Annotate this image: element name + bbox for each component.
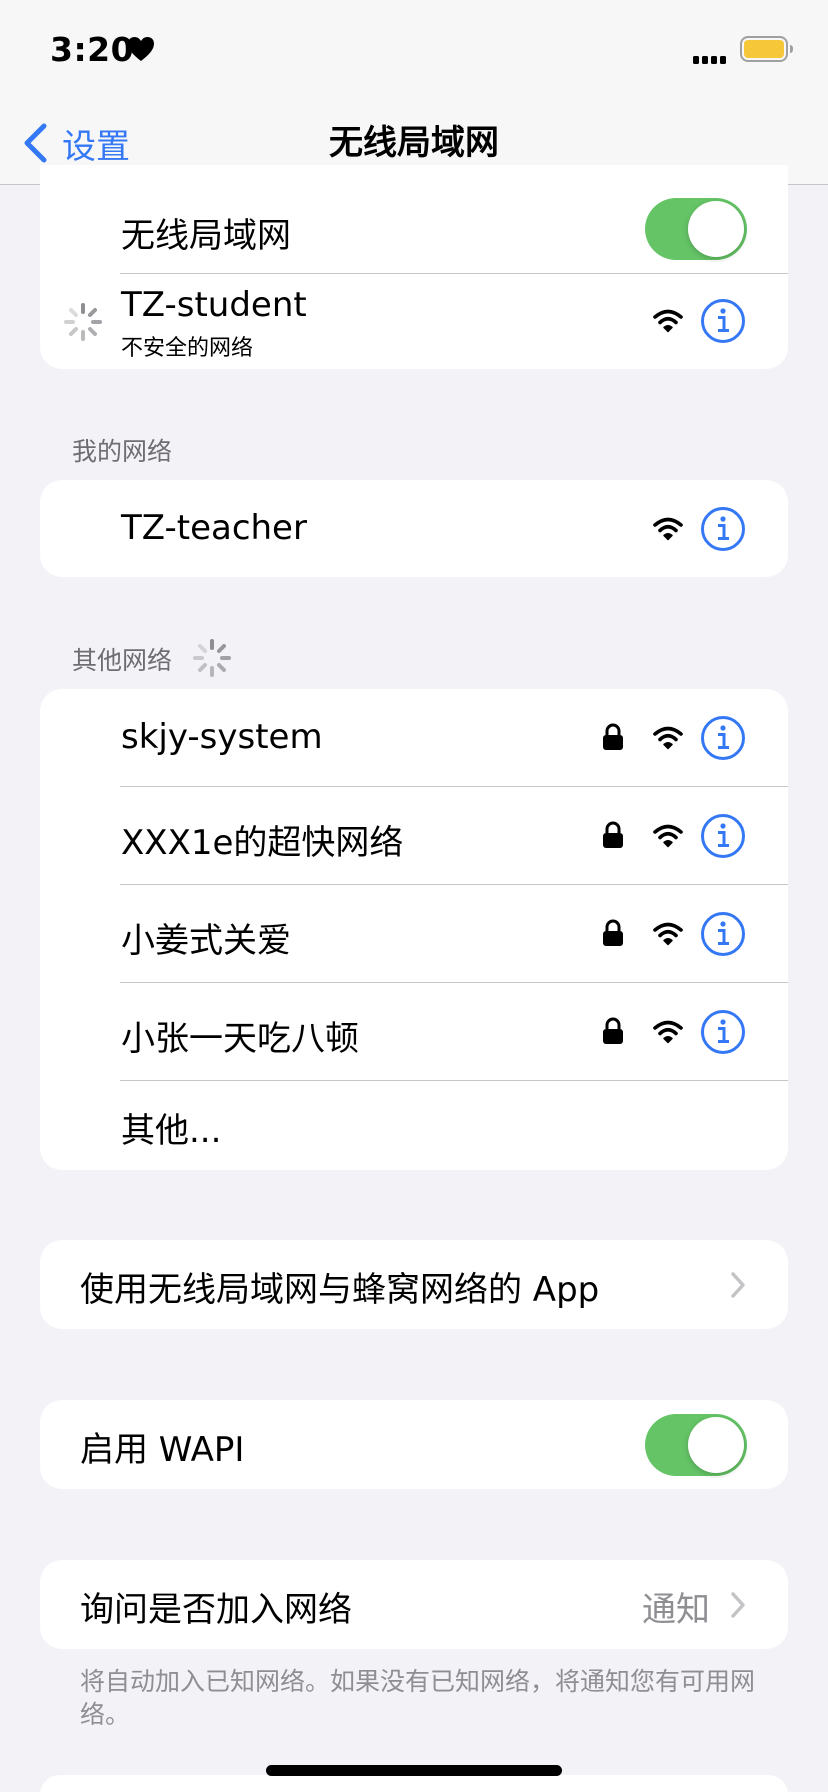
- wifi-signal-icon: [653, 824, 683, 848]
- wifi-signal-icon: [653, 517, 683, 541]
- wapi-label: 启用 WAPI: [80, 1430, 245, 1470]
- network-row[interactable]: 小张一天吃八顿: [40, 983, 788, 1080]
- wapi-toggle[interactable]: [645, 1414, 747, 1476]
- wifi-signal-icon: [653, 922, 683, 946]
- network-row[interactable]: skjy-system: [40, 689, 788, 786]
- lock-icon: [603, 919, 623, 946]
- apps-row[interactable]: 使用无线局域网与蜂窝网络的 App: [40, 1240, 788, 1329]
- info-icon[interactable]: [700, 813, 746, 859]
- network-security-note: 不安全的网络: [121, 336, 254, 361]
- ask-to-join-footer: 将自动加入已知网络。如果没有已知网络，将通知您有可用网络。: [80, 1667, 756, 1729]
- network-name: skjy-system: [121, 717, 323, 757]
- network-name: XXX1e的超快网络: [121, 823, 404, 863]
- ask-to-join-card: 询问是否加入网络 通知: [40, 1560, 788, 1649]
- page-title: 无线局域网: [329, 123, 499, 163]
- wifi-toggle-label: 无线局域网: [121, 216, 291, 256]
- status-bar: 3:20: [0, 0, 828, 100]
- current-network-row[interactable]: TZ-student 不安全的网络: [40, 274, 788, 369]
- lock-icon: [603, 1017, 623, 1044]
- wifi-main-card: 无线局域网 TZ-student 不安全的网络: [40, 165, 788, 369]
- chevron-right-icon: [731, 1592, 745, 1618]
- loading-spinner-icon: [193, 639, 231, 677]
- apps-row-label: 使用无线局域网与蜂窝网络的 App: [80, 1270, 600, 1310]
- wapi-row: 启用 WAPI: [40, 1400, 788, 1489]
- home-indicator[interactable]: [266, 1765, 562, 1776]
- other-networks-card: skjy-system XXX1e的超快网络 小姜式关爱 小张一天吃八顿 其他.…: [40, 689, 788, 1170]
- battery-icon: [740, 36, 793, 62]
- loading-spinner-icon: [64, 303, 102, 341]
- chevron-right-icon: [731, 1272, 745, 1298]
- network-row[interactable]: XXX1e的超快网络: [40, 787, 788, 884]
- apps-card: 使用无线局域网与蜂窝网络的 App: [40, 1240, 788, 1329]
- info-icon[interactable]: [700, 298, 746, 344]
- cellular-signal-icon: [693, 56, 726, 64]
- wifi-signal-icon: [653, 726, 683, 750]
- network-row[interactable]: TZ-teacher: [40, 480, 788, 577]
- network-name: TZ-student: [121, 285, 307, 325]
- ask-to-join-label: 询问是否加入网络: [80, 1590, 352, 1630]
- ask-to-join-row[interactable]: 询问是否加入网络 通知: [40, 1560, 788, 1649]
- network-name: 小姜式关爱: [121, 921, 291, 961]
- info-icon[interactable]: [700, 911, 746, 957]
- section-header-my-networks: 我的网络: [72, 437, 173, 466]
- info-icon[interactable]: [700, 715, 746, 761]
- lock-icon: [603, 821, 623, 848]
- next-card-partial: [40, 1775, 788, 1792]
- other-network-label: 其他...: [121, 1111, 222, 1151]
- network-row[interactable]: 小姜式关爱: [40, 885, 788, 982]
- info-icon[interactable]: [700, 1009, 746, 1055]
- heart-icon: [128, 37, 154, 61]
- lock-icon: [603, 723, 623, 750]
- wifi-signal-icon: [653, 1020, 683, 1044]
- network-name: 小张一天吃八顿: [121, 1019, 359, 1059]
- info-icon[interactable]: [700, 506, 746, 552]
- wapi-card: 启用 WAPI: [40, 1400, 788, 1489]
- wifi-toggle[interactable]: [645, 198, 747, 260]
- status-time: 3:20: [50, 30, 135, 69]
- section-header-other-networks: 其他网络: [72, 646, 173, 675]
- wifi-toggle-row: 无线局域网: [40, 165, 788, 273]
- network-name: TZ-teacher: [121, 508, 307, 548]
- wifi-signal-icon: [653, 309, 683, 333]
- other-network-row[interactable]: 其他...: [40, 1081, 788, 1170]
- my-networks-card: TZ-teacher: [40, 480, 788, 577]
- ask-to-join-value: 通知: [642, 1590, 710, 1630]
